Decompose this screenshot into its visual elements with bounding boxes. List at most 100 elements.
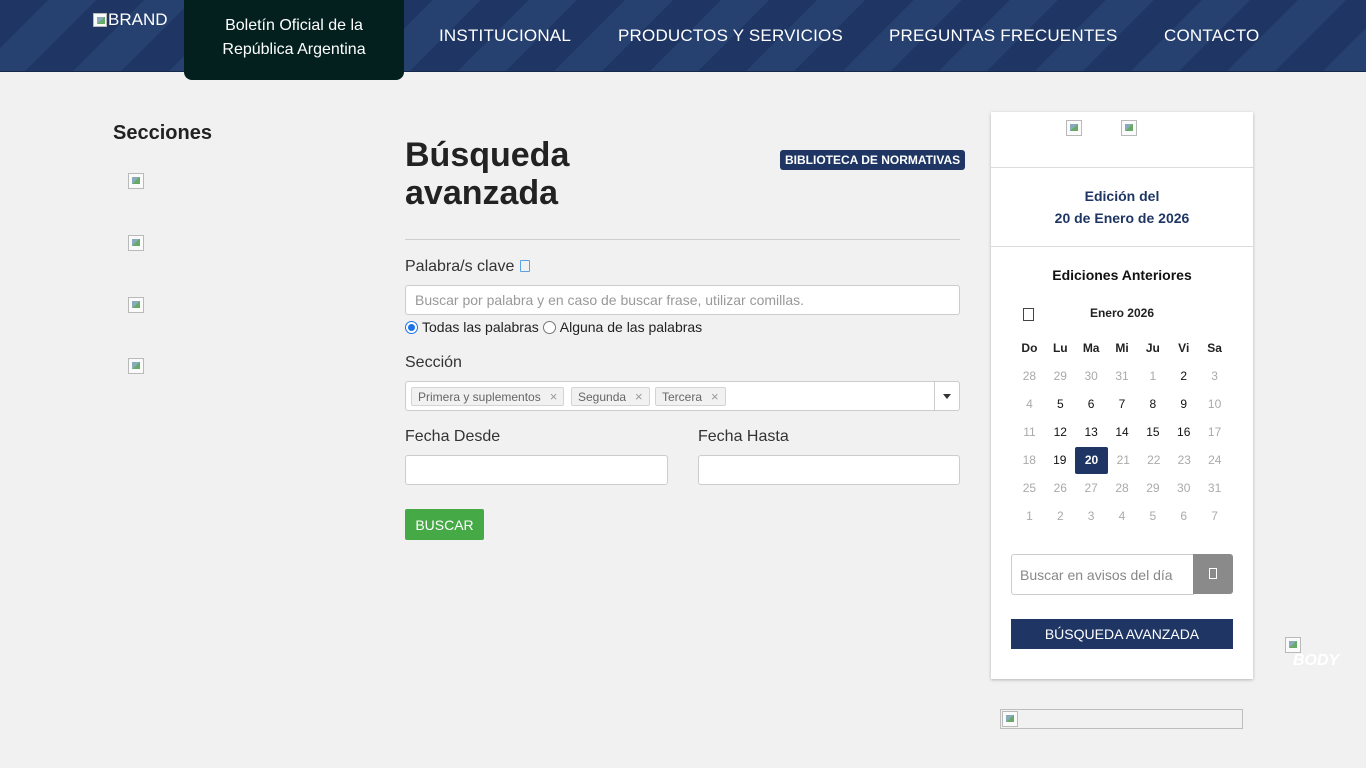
calendar-day: 7 [1211,509,1218,523]
calendar-week: 25 26 27 28 29 30 31 [1014,474,1230,502]
section-label: Sección [405,354,462,371]
calendar-day: 1 [1026,509,1033,523]
chip-remove-icon[interactable]: × [550,389,558,404]
divider [405,239,960,240]
advanced-search-button[interactable]: BÚSQUEDA AVANZADA [1011,619,1233,649]
calendar-day: 2 [1056,509,1064,523]
radio-all-words-label: Todas las palabras [422,319,539,335]
site-name: Boletín Oficial de la República Argentin… [222,17,366,58]
search-icon[interactable] [1193,554,1233,594]
calendar-day: 3 [1211,369,1218,383]
calendar-day: 11 [1023,425,1036,439]
calendar-day[interactable]: 5 [1045,390,1076,418]
calendar-day[interactable]: 19 [1045,446,1076,474]
search-button[interactable]: BUSCAR [405,509,484,540]
calendar-day[interactable]: 2 [1168,362,1199,390]
calendar-weekday: Sa [1207,341,1222,355]
dropdown-separator [934,382,935,410]
keyword-input[interactable]: Buscar por palabra y en caso de buscar f… [405,285,960,315]
calendar-day-selected[interactable]: 20 [1075,446,1108,474]
section-chip: Primera y suplementos × [411,387,565,406]
divider [991,167,1253,168]
calendar-day: 17 [1207,425,1222,439]
calendar-day[interactable]: 16 [1168,418,1199,446]
calendar-day: 27 [1084,481,1098,495]
section-tercera-icon[interactable] [128,297,144,313]
calendar-day: 18 [1022,453,1036,467]
nav-institucional[interactable]: INSTITUCIONAL [439,26,571,46]
brand-logo[interactable]: BRAND [93,10,168,30]
calendar-day: 23 [1177,453,1191,467]
chip-remove-icon[interactable]: × [635,389,643,404]
broken-image-icon [1002,711,1018,727]
site-header: BRAND Boletín Oficial de la República Ar… [0,0,1366,80]
calendar-week: 4 5 6 7 8 9 10 [1014,390,1230,418]
edition-panel: Edición del 20 de Enero de 2026 Edicione… [991,112,1253,679]
calendar-day: 24 [1208,453,1222,467]
broken-image-icon [93,13,107,27]
page-title: Búsqueda avanzada [405,136,570,212]
calendar-day: 1 [1149,369,1157,383]
panel-image-icon[interactable] [1066,120,1082,136]
calendar-weekday: Vi [1178,341,1190,355]
calendar-day: 10 [1207,397,1222,411]
calendar-day: 29 [1053,369,1067,383]
calendar-week: 18 19 20 21 22 23 24 [1014,446,1230,474]
nav-preguntas-frecuentes[interactable]: PREGUNTAS FRECUENTES [889,26,1118,46]
panel-image-icon[interactable] [1121,120,1137,136]
keyword-mode-radios: Todas las palabras Alguna de las palabra… [405,319,702,335]
radio-any-word[interactable] [542,320,556,334]
broken-image-icon [1285,636,1301,653]
calendar-weekday: Mi [1115,341,1129,355]
brand-alt-text: BRAND [108,10,168,29]
banner-image[interactable] [1000,709,1243,729]
calendar-month: Enero 2026 [1089,306,1155,320]
current-edition[interactable]: Edición del 20 de Enero de 2026 [991,185,1253,229]
site-name-tab[interactable]: Boletín Oficial de la República Argentin… [184,0,404,80]
calendar-day[interactable]: 13 [1076,418,1107,446]
calendar-week: 1 2 3 4 5 6 7 [1014,502,1230,530]
section-cuarta-icon[interactable] [128,358,144,374]
chevron-down-icon[interactable] [943,394,951,399]
calendar-day[interactable]: 6 [1076,390,1107,418]
biblioteca-normativas-button[interactable]: BIBLIOTECA DE NORMATIVAS [780,150,966,170]
calendar-day[interactable]: 15 [1137,418,1168,446]
calendar-day[interactable]: 9 [1168,390,1199,418]
calendar-day: 4 [1026,397,1033,411]
nav-productos-servicios[interactable]: PRODUCTOS Y SERVICIOS [618,26,843,46]
calendar-day: 3 [1087,509,1095,523]
calendar-weekday: Ma [1082,341,1100,355]
calendar-weekday: Lu [1052,341,1068,355]
section-primera-icon[interactable] [128,173,144,189]
calendar-day[interactable]: 7 [1107,390,1138,418]
previous-editions-title: Ediciones Anteriores [1052,267,1192,283]
calendar-weekdays: Do Lu Ma Mi Ju Vi Sa [1014,334,1230,362]
calendar-day: 5 [1149,509,1157,523]
section-multiselect[interactable]: Primera y suplementos × Segunda × Tercera × [405,381,960,411]
calendar-day: 26 [1053,481,1067,495]
section-chip: Tercera × [655,387,726,406]
day-search-input[interactable]: Buscar en avisos del día [1011,554,1194,595]
date-from-input[interactable] [405,455,668,485]
date-to-input[interactable] [698,455,960,485]
calendar-day: 6 [1180,509,1188,523]
calendar-weekday: Ju [1145,341,1160,355]
chip-remove-icon[interactable]: × [711,389,719,404]
calendar-weekday: Do [1021,341,1038,355]
calendar-day: 30 [1177,481,1191,495]
calendar-week: 28 29 30 31 1 2 3 [1014,362,1230,390]
calendar-grid: Do Lu Ma Mi Ju Vi Sa 28 29 30 31 1 2 3 4 5 6 7 8 9 10 11 12 13 1… [1014,334,1230,530]
sections-title: Secciones [113,122,212,144]
radio-all-words[interactable] [405,320,418,334]
calendar-day: 29 [1146,481,1160,495]
date-to-label: Fecha Hasta [698,428,789,445]
calendar-day[interactable]: 8 [1137,390,1168,418]
nav-contacto[interactable]: CONTACTO [1164,26,1259,46]
body-image: BODY [1285,636,1339,670]
info-icon[interactable] [520,260,531,272]
calendar-day: 31 [1115,369,1129,383]
calendar-day: 21 [1116,453,1130,467]
calendar-day[interactable]: 14 [1107,418,1138,446]
calendar-day[interactable]: 12 [1045,418,1076,446]
section-segunda-icon[interactable] [128,235,144,251]
